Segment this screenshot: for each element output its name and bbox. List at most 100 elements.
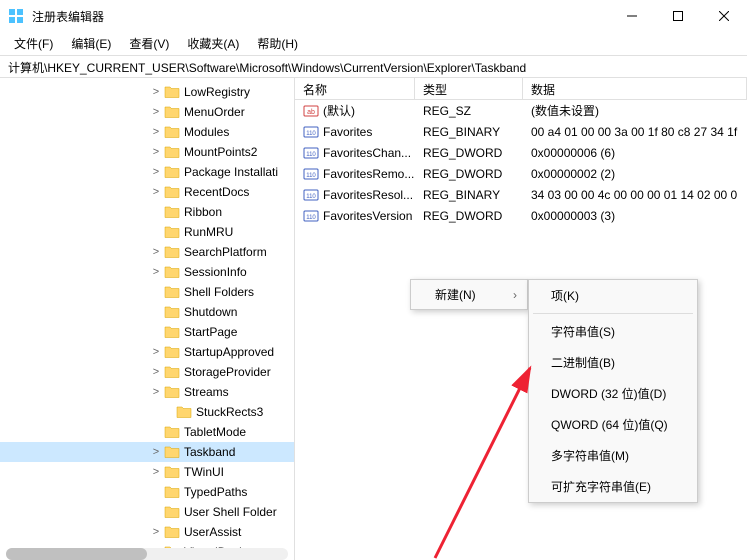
cell-type: REG_BINARY — [415, 188, 523, 202]
expand-icon[interactable]: > — [148, 146, 164, 158]
expand-icon[interactable]: > — [148, 86, 164, 98]
tree-item[interactable]: StuckRects3 — [0, 402, 294, 422]
address-bar[interactable]: 计算机\HKEY_CURRENT_USER\Software\Microsoft… — [0, 56, 747, 78]
tree-item[interactable]: > TWinUI — [0, 462, 294, 482]
scrollbar-thumb[interactable] — [6, 548, 147, 560]
tree-item[interactable]: User Shell Folder — [0, 502, 294, 522]
cell-type: REG_BINARY — [415, 125, 523, 139]
tree-item[interactable]: >Modules — [0, 122, 294, 142]
list-row[interactable]: 110FavoritesChan...REG_DWORD0x00000006 (… — [295, 142, 747, 163]
separator — [533, 313, 693, 314]
tree-item[interactable]: > Streams — [0, 382, 294, 402]
minimize-button[interactable] — [609, 0, 655, 32]
ctx-new-label: 新建(N) — [435, 286, 476, 303]
list-row[interactable]: 110FavoritesResol...REG_BINARY34 03 00 0… — [295, 184, 747, 205]
tree-item[interactable]: > SearchPlatform — [0, 242, 294, 262]
tree-label: TWinUI — [184, 465, 224, 479]
list-row[interactable]: 110FavoritesRemo...REG_DWORD0x00000002 (… — [295, 163, 747, 184]
tree-label: Streams — [184, 385, 229, 399]
sub-binary[interactable]: 二进制值(B) — [529, 347, 697, 378]
expand-icon[interactable]: > — [148, 266, 164, 278]
tree-item[interactable]: >MenuOrder — [0, 102, 294, 122]
tree-item[interactable]: TabletMode — [0, 422, 294, 442]
tree-item[interactable]: > UserAssist — [0, 522, 294, 542]
svg-text:110: 110 — [306, 173, 316, 179]
svg-text:110: 110 — [306, 152, 316, 158]
tree-label: Ribbon — [184, 205, 222, 219]
tree-label: StuckRects3 — [196, 405, 263, 419]
tree-label: LowRegistry — [184, 85, 250, 99]
tree-label: SessionInfo — [184, 265, 247, 279]
list-pane: 名称 类型 数据 ab(默认)REG_SZ(数值未设置)110Favorites… — [295, 78, 747, 560]
list-row[interactable]: 110FavoritesREG_BINARY00 a4 01 00 00 3a … — [295, 121, 747, 142]
expand-icon[interactable]: > — [148, 246, 164, 258]
cell-type: REG_SZ — [415, 104, 523, 118]
expand-icon[interactable]: > — [148, 346, 164, 358]
sub-qword[interactable]: QWORD (64 位)值(Q) — [529, 409, 697, 440]
list-row[interactable]: 110FavoritesVersionREG_DWORD0x00000003 (… — [295, 205, 747, 226]
tree-item[interactable]: >StorageProvider — [0, 362, 294, 382]
tree-label: Shutdown — [184, 305, 237, 319]
expand-icon[interactable]: > — [148, 446, 164, 458]
tree-item[interactable]: Shutdown — [0, 302, 294, 322]
svg-text:110: 110 — [306, 194, 316, 200]
menu-edit[interactable]: 编辑(E) — [63, 32, 119, 55]
horizontal-scrollbar[interactable] — [6, 548, 288, 560]
expand-icon[interactable]: > — [148, 366, 164, 378]
sub-key[interactable]: 项(K) — [529, 280, 697, 311]
list-row[interactable]: ab(默认)REG_SZ(数值未设置) — [295, 100, 747, 121]
expand-icon[interactable]: > — [148, 526, 164, 538]
tree-label: RecentDocs — [184, 185, 249, 199]
tree-item[interactable]: > RecentDocs — [0, 182, 294, 202]
context-menu: 新建(N) › — [410, 279, 528, 310]
expand-icon[interactable]: > — [148, 186, 164, 198]
column-header-name[interactable]: 名称 — [295, 78, 415, 99]
tree-item[interactable]: Shell Folders — [0, 282, 294, 302]
app-icon — [8, 8, 24, 24]
list-header: 名称 类型 数据 — [295, 78, 747, 100]
tree-item[interactable]: TypedPaths — [0, 482, 294, 502]
menubar: 文件(F) 编辑(E) 查看(V) 收藏夹(A) 帮助(H) — [0, 32, 747, 56]
tree-item[interactable]: > Taskband — [0, 442, 294, 462]
tree-item[interactable]: > MountPoints2 — [0, 142, 294, 162]
column-header-data[interactable]: 数据 — [523, 78, 747, 99]
expand-icon[interactable]: > — [148, 126, 164, 138]
menu-view[interactable]: 查看(V) — [121, 32, 177, 55]
expand-icon[interactable]: > — [148, 386, 164, 398]
tree-item[interactable]: RunMRU — [0, 222, 294, 242]
annotation-arrow — [375, 348, 545, 560]
sub-multi[interactable]: 多字符串值(M) — [529, 440, 697, 471]
tree-label: RunMRU — [184, 225, 233, 239]
expand-icon[interactable]: > — [148, 466, 164, 478]
tree-item[interactable]: > LowRegistry — [0, 82, 294, 102]
menu-help[interactable]: 帮助(H) — [249, 32, 306, 55]
tree-label: Taskband — [184, 445, 235, 459]
tree-pane: >LowRegistry>MenuOrder>Modules>MountPoin… — [0, 78, 295, 560]
cell-type: REG_DWORD — [415, 209, 523, 223]
tree-label: UserAssist — [184, 525, 241, 539]
tree-label: MountPoints2 — [184, 145, 257, 159]
expand-icon[interactable]: > — [148, 106, 164, 118]
sub-string[interactable]: 字符串值(S) — [529, 316, 697, 347]
cell-data: 00 a4 01 00 00 3a 00 1f 80 c8 27 34 1f — [523, 125, 747, 139]
tree-label: Package Installati — [184, 165, 278, 179]
maximize-button[interactable] — [655, 0, 701, 32]
tree-item[interactable]: > Package Installati — [0, 162, 294, 182]
ctx-new[interactable]: 新建(N) › — [411, 280, 527, 309]
menu-file[interactable]: 文件(F) — [6, 32, 61, 55]
tree-item[interactable]: >StartupApproved — [0, 342, 294, 362]
tree-label: StartPage — [184, 325, 237, 339]
cell-data: 0x00000006 (6) — [523, 146, 747, 160]
sub-dword[interactable]: DWORD (32 位)值(D) — [529, 378, 697, 409]
expand-icon[interactable]: > — [148, 166, 164, 178]
close-button[interactable] — [701, 0, 747, 32]
cell-data: 0x00000002 (2) — [523, 167, 747, 181]
tree-item[interactable]: > SessionInfo — [0, 262, 294, 282]
sub-expand[interactable]: 可扩充字符串值(E) — [529, 471, 697, 502]
tree-label: TypedPaths — [184, 485, 247, 499]
tree-label: SearchPlatform — [184, 245, 267, 259]
menu-favorites[interactable]: 收藏夹(A) — [179, 32, 247, 55]
column-header-type[interactable]: 类型 — [415, 78, 523, 99]
tree-item[interactable]: Ribbon — [0, 202, 294, 222]
tree-item[interactable]: StartPage — [0, 322, 294, 342]
